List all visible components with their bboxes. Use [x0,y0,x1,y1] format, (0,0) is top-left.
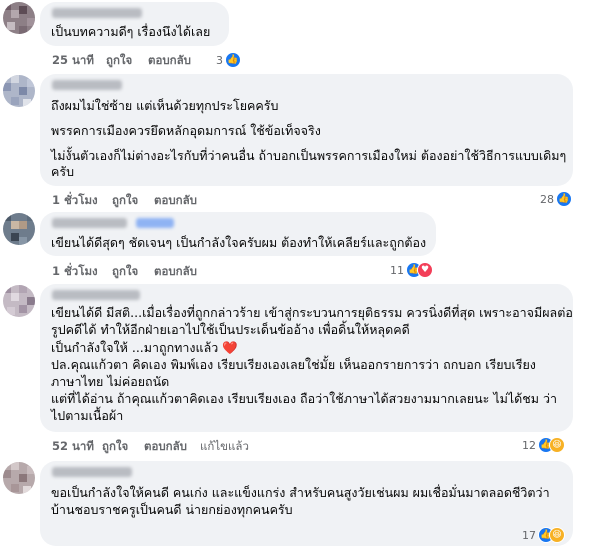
commenter-name[interactable] [52,80,122,90]
comment-text-line: ถึงผมไม่ใช่ซ้าย แต่เห็นด้วยทุกประโยคครับ [51,98,279,113]
comment-text-line: ขอเป็นกำลังใจให้คนดี คนเก่ง และแข็งแกร่ง… [51,485,550,500]
reply-button[interactable]: ตอบกลับ [154,263,197,281]
haha-icon: 😆 [549,437,565,453]
commenter-name[interactable] [52,218,127,228]
author-badge [136,218,174,228]
comment-bubble: เขียนได้ดี มีสติ...เมื่อเรื่องที่ถูกกล่า… [40,284,573,432]
like-button[interactable]: ถูกใจ [112,192,138,210]
comment-text-line: พรรคการเมืองควรยึดหลักอุดมการณ์ ใช้ข้อเท… [51,123,321,138]
avatar[interactable] [3,462,35,494]
reaction-summary[interactable]: 11 👍 ♥ [390,261,433,279]
comment-text-line: แต่ที่ได้อ่าน ถ้าคุณแก้วตาคิดเอง เรียบเร… [51,391,557,406]
reaction-count: 28 [540,192,554,206]
comment-text-line: ไม่งั้นตัวเองก็ไม่ต่างอะไรกับที่ว่าคนอื่… [51,148,567,163]
comment-bubble: เป็นบทความดีๆ เรื่องนึงได้เลย [40,2,229,46]
comment-text-line: เป็นกำลังใจให้ ...มาถูกทางแล้ว ❤️ [51,340,238,355]
like-icon: 👍 [225,52,241,68]
reply-button[interactable]: ตอบกลับ [154,192,197,210]
reaction-count: 11 [390,263,404,277]
reaction-count: 3 [216,53,223,67]
comment-text-line: ไปตามเนื้อผ้า [51,408,124,423]
comment-text-line: ปล.คุณแก้วตา คิดเอง พิมพ์เอง เรียบเรียงเ… [51,357,536,372]
commenter-name[interactable] [52,8,142,18]
comment-bubble: เขียนได้ดีสุดๆ ชัดเจนๆ เป็นกำลังใจครับผม… [40,212,436,256]
reaction-count: 12 [522,438,536,452]
comment-text-line: ครับ [51,164,75,179]
avatar[interactable] [3,75,35,107]
like-icon: 👍 [556,191,572,207]
reaction-summary[interactable]: 28 👍 [540,190,572,208]
reaction-summary[interactable]: 12 👍 😆 [522,436,565,454]
love-icon: ♥ [417,262,433,278]
comment-text-line: เขียนได้ดี มีสติ...เมื่อเรื่องที่ถูกกล่า… [51,305,573,320]
haha-icon: 😆 [549,527,565,543]
comment-time[interactable]: 25 นาที [52,52,94,70]
commenter-name[interactable] [52,467,132,477]
commenter-name[interactable] [52,290,140,300]
like-button[interactable]: ถูกใจ [102,438,128,456]
comment-text-line: เป็นบทความดีๆ เรื่องนึงได้เลย [51,24,211,39]
comment-text-line: รูปคดีได้ ทำให้อีกฝ่ายเอาไปใช้เป็นประเด็… [51,322,410,337]
avatar[interactable] [3,213,35,245]
avatar[interactable] [3,2,35,34]
reaction-summary[interactable]: 3 👍 [216,51,241,69]
reaction-count: 17 [522,528,536,542]
comment-time[interactable]: 52 นาที [52,438,94,456]
comment-time[interactable]: 1 ชั่วโมง [52,263,98,281]
reply-button[interactable]: ตอบกลับ [144,438,187,456]
avatar[interactable] [3,285,35,317]
comment-text-line: ภาษาไทย ไม่ค่อยถนัด [51,374,170,389]
like-button[interactable]: ถูกใจ [106,52,132,70]
comment-bubble: ถึงผมไม่ใช่ซ้าย แต่เห็นด้วยทุกประโยคครับ… [40,74,573,186]
comment-text-line: บ้านชอบราชครูเป็นคนดี น่ายกย่องทุกคนครับ [51,502,293,517]
comment-text-line: เขียนได้ดีสุดๆ ชัดเจนๆ เป็นกำลังใจครับผม… [51,235,427,250]
reaction-summary[interactable]: 17 👍 😆 [522,526,565,544]
comment-bubble: ขอเป็นกำลังใจให้คนดี คนเก่ง และแข็งแกร่ง… [40,461,573,546]
like-button[interactable]: ถูกใจ [112,263,138,281]
comment-time[interactable]: 1 ชั่วโมง [52,192,98,210]
reply-button[interactable]: ตอบกลับ [148,52,191,70]
edited-label: แก้ไขแล้ว [200,439,249,453]
